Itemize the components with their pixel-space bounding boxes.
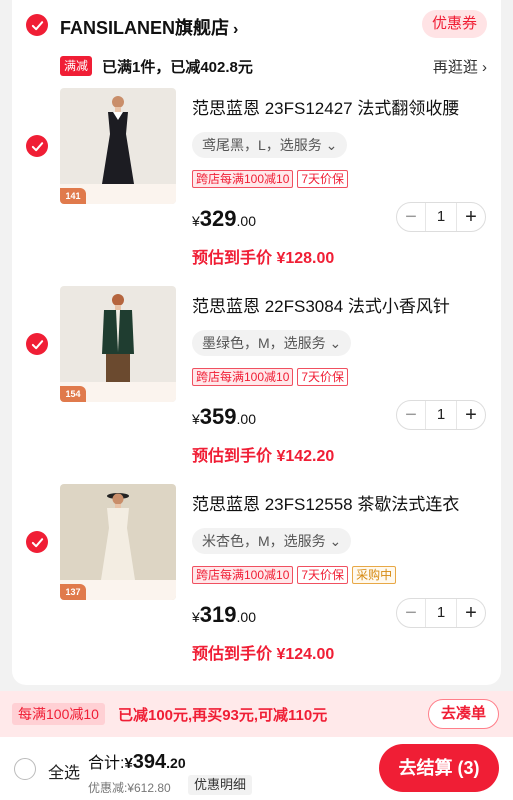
select-all-radio[interactable]: [14, 758, 36, 780]
promo-text: 已满1件，已减402.8元: [102, 59, 253, 76]
discount-amount: 优惠减:¥612.80: [88, 781, 171, 795]
minus-button[interactable]: −: [397, 401, 425, 429]
checkout-bar: 全选 合计:¥394.20 优惠减:¥612.80 优惠明细 去结算 (3): [0, 737, 513, 800]
image-badge: 141: [60, 188, 86, 204]
quantity-stepper: − 1 +: [396, 202, 486, 232]
checkmark-icon: [31, 20, 43, 30]
spec-selector[interactable]: 墨绿色，M，选服务 ⌄: [192, 330, 352, 356]
price-integer: 329: [199, 206, 237, 231]
store-checkbox[interactable]: [26, 14, 48, 36]
promo-bar-text: 已减100元,再买93元,可减110元: [118, 707, 328, 724]
image-badge: 154: [60, 386, 86, 402]
checkmark-icon: [31, 339, 43, 349]
quantity-stepper: − 1 +: [396, 400, 486, 430]
plus-button[interactable]: +: [457, 401, 485, 429]
promo-tag: 满减: [60, 56, 93, 76]
promo-bar: 每满100减10 已减100元,再买93元,可减110元 去凑单: [0, 691, 513, 737]
product-title[interactable]: 范思蓝恩 22FS3084 法式小香风针: [192, 292, 450, 317]
quantity-input[interactable]: 1: [425, 203, 457, 231]
quantity-stepper: − 1 +: [396, 598, 486, 628]
add-more-button[interactable]: 去凑单: [427, 699, 499, 729]
cart-item: 137 范思蓝恩 23FS12558 茶歇法式连衣 米杏色，M，选服务 ⌄ 跨店…: [12, 484, 501, 674]
cart-item: 154 范思蓝恩 22FS3084 法式小香风针 墨绿色，M，选服务 ⌄ 跨店每…: [12, 286, 501, 476]
total-label: 合计:: [88, 755, 125, 772]
estimated-price: 预估到手价 ¥124.00: [192, 646, 335, 663]
tag-price-protect: 7天价保: [297, 566, 349, 584]
price-symbol: ¥: [192, 411, 200, 427]
dress-illustration: [101, 493, 135, 580]
image-badge: 137: [60, 584, 86, 600]
total-symbol: ¥: [124, 755, 133, 772]
chevron-right-icon: ›: [233, 21, 239, 38]
product-image[interactable]: 141: [60, 88, 176, 204]
product-image[interactable]: 137: [60, 484, 176, 600]
discount-detail-button[interactable]: 优惠明细: [188, 775, 253, 795]
item-checkbox[interactable]: [26, 333, 48, 355]
store-header: FANSILANEN旗舰店 › 优惠券: [12, 8, 501, 44]
price-decimal: .00: [236, 411, 256, 427]
quantity-input[interactable]: 1: [425, 401, 457, 429]
shop-more-link[interactable]: 再逛逛 ›: [433, 56, 487, 77]
estimated-price: 预估到手价 ¥142.20: [192, 448, 335, 465]
store-name: FANSILANEN旗舰店: [60, 18, 230, 38]
minus-button[interactable]: −: [397, 203, 425, 231]
promo-tags: 跨店每满100减10 7天价保 采购中: [192, 566, 397, 584]
cart-item: 141 范思蓝恩 23FS12427 法式翻领收腰 鸢尾黑，L，选服务 ⌄ 跨店…: [12, 88, 501, 278]
spec-selector[interactable]: 米杏色，M，选服务 ⌄: [192, 528, 352, 554]
tag-purchasing: 采购中: [352, 566, 397, 584]
spec-selector[interactable]: 鸢尾黑，L，选服务 ⌄: [192, 132, 348, 158]
store-card: FANSILANEN旗舰店 › 优惠券 满减 已满1件，已减402.8元 再逛逛 …: [12, 0, 501, 685]
price-decimal: .00: [236, 213, 256, 229]
product-image[interactable]: 154: [60, 286, 176, 402]
plus-button[interactable]: +: [457, 599, 485, 627]
tag-cross-store: 跨店每满100减10: [192, 170, 294, 188]
store-name-link[interactable]: FANSILANEN旗舰店 ›: [60, 14, 238, 40]
item-checkbox[interactable]: [26, 531, 48, 553]
product-title[interactable]: 范思蓝恩 23FS12427 法式翻领收腰: [192, 94, 459, 119]
price-symbol: ¥: [192, 609, 200, 625]
price: ¥359.00: [192, 404, 256, 430]
estimated-price: 预估到手价 ¥128.00: [192, 250, 335, 267]
price: ¥319.00: [192, 602, 256, 628]
promo-tags: 跨店每满100减10 7天价保: [192, 368, 349, 386]
tag-price-protect: 7天价保: [297, 170, 349, 188]
total-price: 合计:¥394.20: [88, 749, 186, 774]
checkmark-icon: [31, 141, 43, 151]
tag-price-protect: 7天价保: [297, 368, 349, 386]
coupon-button[interactable]: 优惠券: [421, 10, 487, 38]
minus-button[interactable]: −: [397, 599, 425, 627]
checkout-button[interactable]: 去结算 (3): [379, 744, 499, 792]
plus-button[interactable]: +: [457, 203, 485, 231]
total-integer: 394: [132, 751, 167, 773]
tag-cross-store: 跨店每满100减10: [192, 566, 294, 584]
product-title[interactable]: 范思蓝恩 23FS12558 茶歇法式连衣: [192, 490, 459, 515]
select-all-label[interactable]: 全选: [48, 759, 80, 783]
promo-row: 满减 已满1件，已减402.8元 再逛逛 ›: [12, 54, 501, 80]
promo-bar-badge: 每满100减10: [12, 703, 105, 725]
checkmark-icon: [31, 537, 43, 547]
price-decimal: .00: [236, 609, 256, 625]
price-integer: 319: [199, 602, 237, 627]
dress-shape: [102, 112, 134, 184]
tag-cross-store: 跨店每满100减10: [192, 368, 294, 386]
cardigan-illustration: [102, 294, 134, 382]
quantity-input[interactable]: 1: [425, 599, 457, 627]
item-checkbox[interactable]: [26, 135, 48, 157]
total-decimal: .20: [166, 755, 186, 771]
price: ¥329.00: [192, 206, 256, 232]
promo-tags: 跨店每满100减10 7天价保: [192, 170, 349, 188]
price-symbol: ¥: [192, 213, 200, 229]
price-integer: 359: [199, 404, 237, 429]
dress-illustration: [102, 96, 134, 184]
